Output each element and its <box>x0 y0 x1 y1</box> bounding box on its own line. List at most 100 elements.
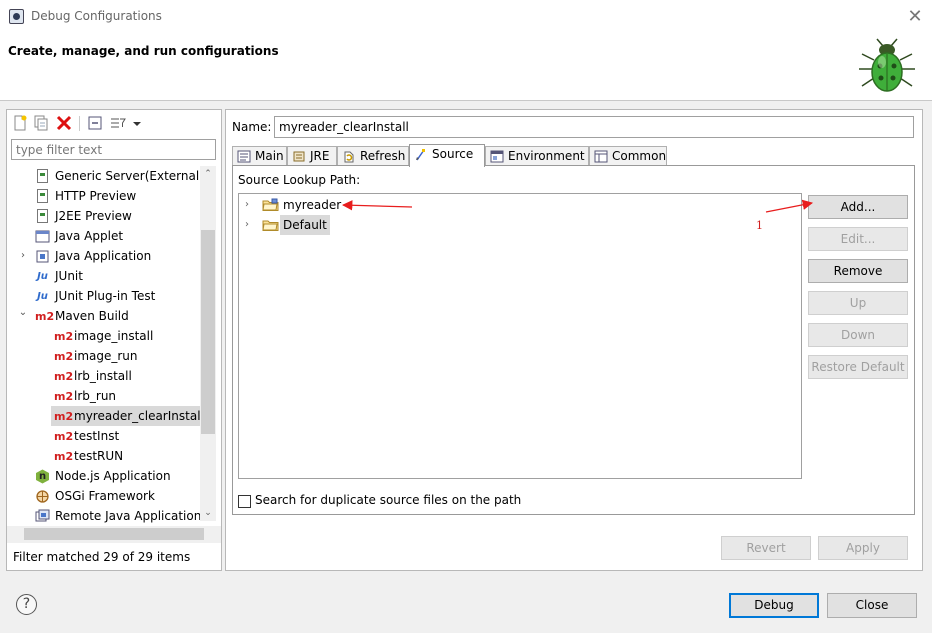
tree-horizontal-scrollbar[interactable] <box>7 526 221 543</box>
apply-button[interactable]: Apply <box>818 536 908 560</box>
tree-item[interactable]: m2 lrb_install <box>7 366 202 386</box>
m2-icon: m2 <box>35 310 55 323</box>
tab-jre[interactable]: JRE <box>287 146 337 166</box>
add-button[interactable]: Add... <box>808 195 908 219</box>
m2-icon: m2 <box>54 430 74 443</box>
tab-main[interactable]: Main <box>232 146 287 166</box>
tree-item[interactable]: m2 testInst <box>7 426 202 446</box>
filter-icon[interactable] <box>109 114 127 132</box>
expand-chevron-icon[interactable]: › <box>245 195 249 215</box>
tab-environment[interactable]: Environment <box>485 146 589 166</box>
debug-bug-icon <box>859 38 915 92</box>
down-button[interactable]: Down <box>808 323 908 347</box>
edit-button[interactable]: Edit... <box>808 227 908 251</box>
remote-java-icon <box>35 509 50 524</box>
common-tab-icon <box>594 150 608 163</box>
restore-default-button[interactable]: Restore Default <box>808 355 908 379</box>
tab-source[interactable]: Source <box>409 144 485 167</box>
tab-source-label: Source <box>432 147 474 161</box>
horizontal-scroll-thumb[interactable] <box>24 528 204 540</box>
close-button[interactable]: Close <box>827 593 917 618</box>
duplicate-search-label: Search for duplicate source files on the… <box>255 493 522 507</box>
source-tab-content: Source Lookup Path: › myreader › Default… <box>232 165 915 515</box>
scroll-up-icon[interactable]: ⌃ <box>200 166 216 182</box>
tree-item[interactable]: Ju JUnit Plug-in Test <box>7 286 202 306</box>
lookup-item-myreader[interactable]: › myreader <box>239 195 439 215</box>
tree-item[interactable]: Ju JUnit <box>7 266 202 286</box>
tab-refresh-label: Refresh <box>360 149 406 163</box>
revert-button[interactable]: Revert <box>721 536 811 560</box>
collapse-all-icon[interactable] <box>86 114 104 132</box>
tree-item[interactable]: › Java Application <box>7 246 202 266</box>
java-app-icon <box>35 249 50 264</box>
m2-icon: m2 <box>54 410 74 423</box>
tree-item-label: Remote Java Application <box>55 509 202 523</box>
tab-refresh[interactable]: Refresh <box>337 146 409 166</box>
tree-item[interactable]: Java Applet <box>7 226 202 246</box>
tree-vertical-scrollbar[interactable]: ⌃ ⌄ <box>200 166 216 521</box>
file-icon <box>37 209 48 223</box>
up-button[interactable]: Up <box>808 291 908 315</box>
tree-item[interactable]: ⌄ m2 Maven Build <box>7 306 202 326</box>
source-tab-icon <box>416 149 425 161</box>
tree-item[interactable]: OSGi Framework <box>7 486 202 506</box>
tree-item[interactable]: m2 myreader_clearInstall <box>51 406 204 426</box>
name-field[interactable] <box>274 116 914 138</box>
debug-button[interactable]: Debug <box>729 593 819 618</box>
tree-item-label: lrb_run <box>74 389 117 403</box>
scroll-down-icon[interactable]: ⌄ <box>200 505 216 521</box>
scroll-thumb[interactable] <box>201 230 215 434</box>
tree-item-label: Node.js Application <box>55 469 171 483</box>
folder-icon <box>262 220 279 231</box>
main-tab-icon <box>237 150 251 163</box>
filter-input[interactable] <box>11 139 216 160</box>
configuration-list-panel: Generic Server(External L HTTP Preview J2E… <box>6 109 222 571</box>
close-window-icon[interactable]: ✕ <box>904 6 926 28</box>
tree-item-label: image_install <box>74 329 154 343</box>
tree-item[interactable]: n Node.js Application <box>7 466 202 486</box>
tree-item[interactable]: m2 lrb_run <box>7 386 202 406</box>
help-icon[interactable]: ? <box>16 594 37 615</box>
m2-icon: m2 <box>54 350 74 363</box>
applet-icon <box>35 229 50 244</box>
tree-item[interactable]: m2 testRUN <box>7 446 202 466</box>
expand-chevron-icon[interactable]: › <box>17 246 29 266</box>
remove-button[interactable]: Remove <box>808 259 908 283</box>
tree-item[interactable]: HTTP Preview <box>7 186 202 206</box>
tree-item-label: testInst <box>74 429 120 443</box>
tree-item[interactable]: Generic Server(External L <box>7 166 210 186</box>
source-lookup-tree[interactable]: › myreader › Default <box>238 193 802 479</box>
tree-item[interactable]: J2EE Preview <box>7 206 202 226</box>
tree-item[interactable]: m2 image_run <box>7 346 202 366</box>
toolbar-separator <box>79 116 80 131</box>
lookup-item-label: myreader <box>283 198 342 212</box>
junit-icon: Ju <box>37 271 48 282</box>
tree-item-label: JUnit Plug-in Test <box>55 289 156 303</box>
annotation-number: 1 <box>756 219 763 232</box>
tree-item-label: lrb_install <box>74 369 132 383</box>
new-configuration-icon[interactable] <box>11 114 29 132</box>
tree-item[interactable]: Remote Java Application <box>7 506 202 526</box>
duplicate-search-checkbox[interactable] <box>238 495 251 508</box>
dialog-header: Create, manage, and run configurations <box>0 34 932 101</box>
m2-icon: m2 <box>54 450 74 463</box>
lookup-item-default[interactable]: › Default <box>239 215 439 235</box>
tab-main-label: Main <box>255 149 284 163</box>
expand-chevron-icon[interactable]: › <box>245 215 249 235</box>
m2-icon: m2 <box>54 390 74 403</box>
m2-icon: m2 <box>54 370 74 383</box>
collapse-chevron-icon[interactable]: ⌄ <box>17 306 29 320</box>
project-folder-icon <box>262 198 279 211</box>
dropdown-arrow-icon[interactable] <box>131 114 143 132</box>
tab-common[interactable]: Common <box>589 146 667 166</box>
configuration-editor-panel: Name: Main JRE Refresh Source Environmen… <box>225 109 923 571</box>
tab-environment-label: Environment <box>508 149 585 163</box>
delete-icon[interactable] <box>55 114 73 132</box>
duplicate-icon[interactable] <box>32 114 50 132</box>
dialog-header-title: Create, manage, and run configurations <box>8 44 279 58</box>
eclipse-icon <box>9 9 24 24</box>
window-title: Debug Configurations <box>31 9 162 23</box>
nodejs-icon: n <box>35 469 50 484</box>
tree-item-label: Java Applet <box>55 229 124 243</box>
tree-item[interactable]: m2 image_install <box>7 326 202 346</box>
